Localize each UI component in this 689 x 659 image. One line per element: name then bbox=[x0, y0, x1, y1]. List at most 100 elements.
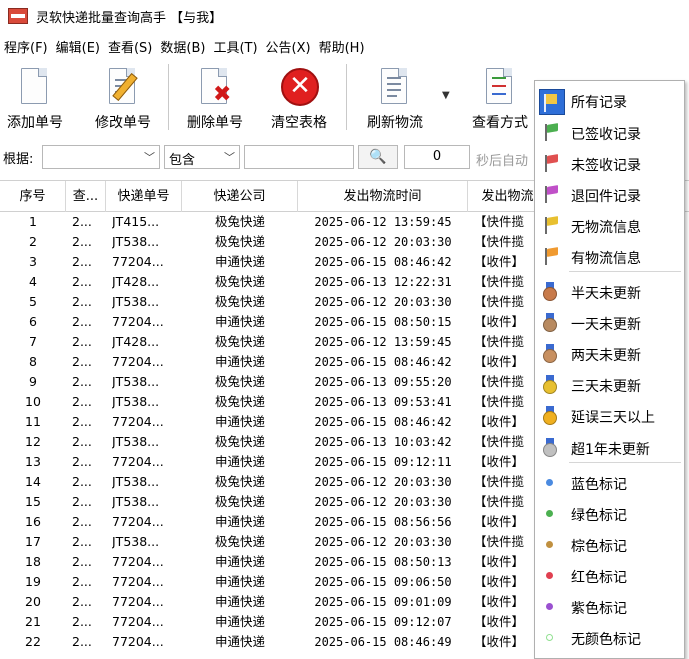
cell-tracking-number: 77204... bbox=[112, 614, 164, 629]
menu-notice[interactable]: 公告(X) bbox=[262, 37, 315, 56]
edit-tracking-label: 修改单号 bbox=[95, 115, 151, 131]
view-mode-button[interactable]: 查看方式 bbox=[468, 60, 532, 134]
column-header-tracking-number[interactable]: 快递单号 bbox=[106, 181, 182, 212]
menu-item-label: 绿色标记 bbox=[571, 508, 627, 524]
cell-query: 2... bbox=[72, 534, 92, 549]
menu-item-16[interactable]: 红色标记 bbox=[535, 560, 684, 591]
menu-item-2[interactable]: 已签收记录 bbox=[535, 117, 684, 148]
column-header-index[interactable]: 序号 bbox=[0, 181, 66, 212]
cell-ship-time: 2025-06-12 20:03:30 bbox=[314, 535, 452, 549]
menu-item-3[interactable]: 未签收记录 bbox=[535, 148, 684, 179]
menu-item-label: 未签收记录 bbox=[571, 158, 641, 174]
cell-courier: 申通快递 bbox=[214, 594, 265, 609]
menu-item-label: 延误三天以上 bbox=[571, 410, 655, 426]
cell-tracking-number: JT428... bbox=[112, 334, 160, 349]
cell-query: 2... bbox=[72, 374, 92, 389]
menu-view[interactable]: 查看(S) bbox=[104, 37, 156, 56]
title-bar: 灵软快递批量查询高手 【与我】 bbox=[0, 0, 689, 32]
cell-index: 14 bbox=[25, 474, 41, 489]
empty-dot-icon bbox=[539, 626, 561, 648]
clear-table-label: 清空表格 bbox=[271, 115, 327, 131]
cell-courier: 极兔快递 bbox=[214, 234, 265, 249]
list-view-icon bbox=[480, 66, 520, 110]
filter-field-select[interactable]: ﹀ bbox=[42, 145, 160, 169]
filter-label: 根据: bbox=[3, 152, 34, 167]
red-flag-icon bbox=[539, 152, 561, 174]
menu-item-label: 超1年未更新 bbox=[571, 442, 650, 458]
add-tracking-label: 添加单号 bbox=[7, 115, 63, 131]
menu-item-label: 一天未更新 bbox=[571, 317, 641, 333]
cell-index: 22 bbox=[25, 634, 41, 649]
cell-query: 2... bbox=[72, 354, 92, 369]
column-header-query[interactable]: 查... bbox=[66, 181, 106, 212]
cell-index: 9 bbox=[29, 374, 37, 389]
cell-ship-time: 2025-06-15 08:50:13 bbox=[314, 555, 452, 569]
cell-ship-time: 2025-06-12 13:59:45 bbox=[314, 215, 452, 229]
cell-ship-time: 2025-06-15 08:46:42 bbox=[314, 355, 452, 369]
refresh-logistics-label: 刷新物流 bbox=[367, 115, 423, 131]
cell-courier: 极兔快递 bbox=[214, 474, 265, 489]
refresh-logistics-button[interactable]: 刷新物流 bbox=[364, 60, 426, 134]
menu-item-13[interactable]: 蓝色标记 bbox=[535, 467, 684, 498]
cell-ship-time: 2025-06-13 09:53:41 bbox=[314, 395, 452, 409]
delete-tracking-button[interactable]: ✖ 删除单号 bbox=[184, 60, 246, 134]
cell-tracking-number: 77204... bbox=[112, 354, 164, 369]
cell-courier: 申通快递 bbox=[214, 554, 265, 569]
auto-refresh-seconds-input[interactable]: 0 bbox=[404, 145, 470, 169]
menu-help[interactable]: 帮助(H) bbox=[315, 37, 369, 56]
menu-item-18[interactable]: 无颜色标记 bbox=[535, 622, 684, 653]
delete-document-icon: ✖ bbox=[195, 66, 235, 110]
edit-tracking-button[interactable]: 修改单号 bbox=[92, 60, 154, 134]
cell-tracking-number: 77204... bbox=[112, 254, 164, 269]
green-dot-icon bbox=[539, 502, 561, 524]
cell-ship-time: 2025-06-12 20:03:30 bbox=[314, 295, 452, 309]
cell-query: 2... bbox=[72, 614, 92, 629]
cell-ship-time: 2025-06-13 10:03:42 bbox=[314, 435, 452, 449]
menu-item-5[interactable]: 无物流信息 bbox=[535, 210, 684, 241]
menu-item-15[interactable]: 棕色标记 bbox=[535, 529, 684, 560]
add-tracking-button[interactable]: 添加单号 bbox=[4, 60, 66, 134]
cell-tracking-number: 77204... bbox=[112, 414, 164, 429]
menu-item-17[interactable]: 紫色标记 bbox=[535, 591, 684, 622]
cell-ship-time: 2025-06-12 20:03:30 bbox=[314, 495, 452, 509]
cell-tracking-number: 77204... bbox=[112, 554, 164, 569]
menu-item-9[interactable]: 两天未更新 bbox=[535, 338, 684, 369]
menu-data[interactable]: 数据(B) bbox=[156, 37, 209, 56]
cell-query: 2... bbox=[72, 594, 92, 609]
menu-item-6[interactable]: 有物流信息 bbox=[535, 241, 684, 272]
cell-courier: 极兔快递 bbox=[214, 334, 265, 349]
menu-item-11[interactable]: 延误三天以上 bbox=[535, 400, 684, 431]
menu-edit[interactable]: 编辑(E) bbox=[52, 37, 104, 56]
cell-query: 2... bbox=[72, 514, 92, 529]
silver-medal-icon bbox=[539, 436, 561, 458]
cell-courier: 申通快递 bbox=[214, 614, 265, 629]
cell-query: 2... bbox=[72, 454, 92, 469]
refresh-dropdown-chevron-icon[interactable]: ▼ bbox=[442, 90, 450, 101]
menu-tools[interactable]: 工具(T) bbox=[209, 37, 261, 56]
menu-item-10[interactable]: 三天未更新 bbox=[535, 369, 684, 400]
menu-item-1[interactable]: 所有记录 bbox=[535, 85, 684, 116]
search-button[interactable]: 🔍 bbox=[358, 145, 398, 169]
search-icon: 🔍 bbox=[369, 149, 387, 165]
window-title: 灵软快递批量查询高手 【与我】 bbox=[36, 10, 223, 26]
menu-item-7[interactable]: 半天未更新 bbox=[535, 276, 684, 307]
cell-index: 6 bbox=[29, 314, 37, 329]
cell-courier: 申通快递 bbox=[214, 454, 265, 469]
column-header-courier[interactable]: 快递公司 bbox=[182, 181, 298, 212]
cell-index: 12 bbox=[25, 434, 41, 449]
column-header-ship-time[interactable]: 发出物流时间 bbox=[298, 181, 468, 212]
menu-item-12[interactable]: 超1年未更新 bbox=[535, 432, 684, 463]
menu-item-14[interactable]: 绿色标记 bbox=[535, 498, 684, 529]
bronze-medal-icon bbox=[539, 280, 561, 302]
cell-courier: 申通快递 bbox=[214, 254, 265, 269]
filter-operator-select[interactable]: 包含 ﹀ bbox=[164, 145, 240, 169]
clear-table-button[interactable]: ✕ 清空表格 bbox=[268, 60, 330, 134]
menu-item-4[interactable]: 退回件记录 bbox=[535, 179, 684, 210]
search-input[interactable] bbox=[244, 145, 354, 169]
menu-item-label: 紫色标记 bbox=[571, 601, 627, 617]
cell-index: 17 bbox=[25, 534, 41, 549]
menu-program[interactable]: 程序(F) bbox=[0, 37, 52, 56]
menu-item-8[interactable]: 一天未更新 bbox=[535, 307, 684, 338]
cell-tracking-number: 77204... bbox=[112, 314, 164, 329]
cell-index: 7 bbox=[29, 334, 37, 349]
